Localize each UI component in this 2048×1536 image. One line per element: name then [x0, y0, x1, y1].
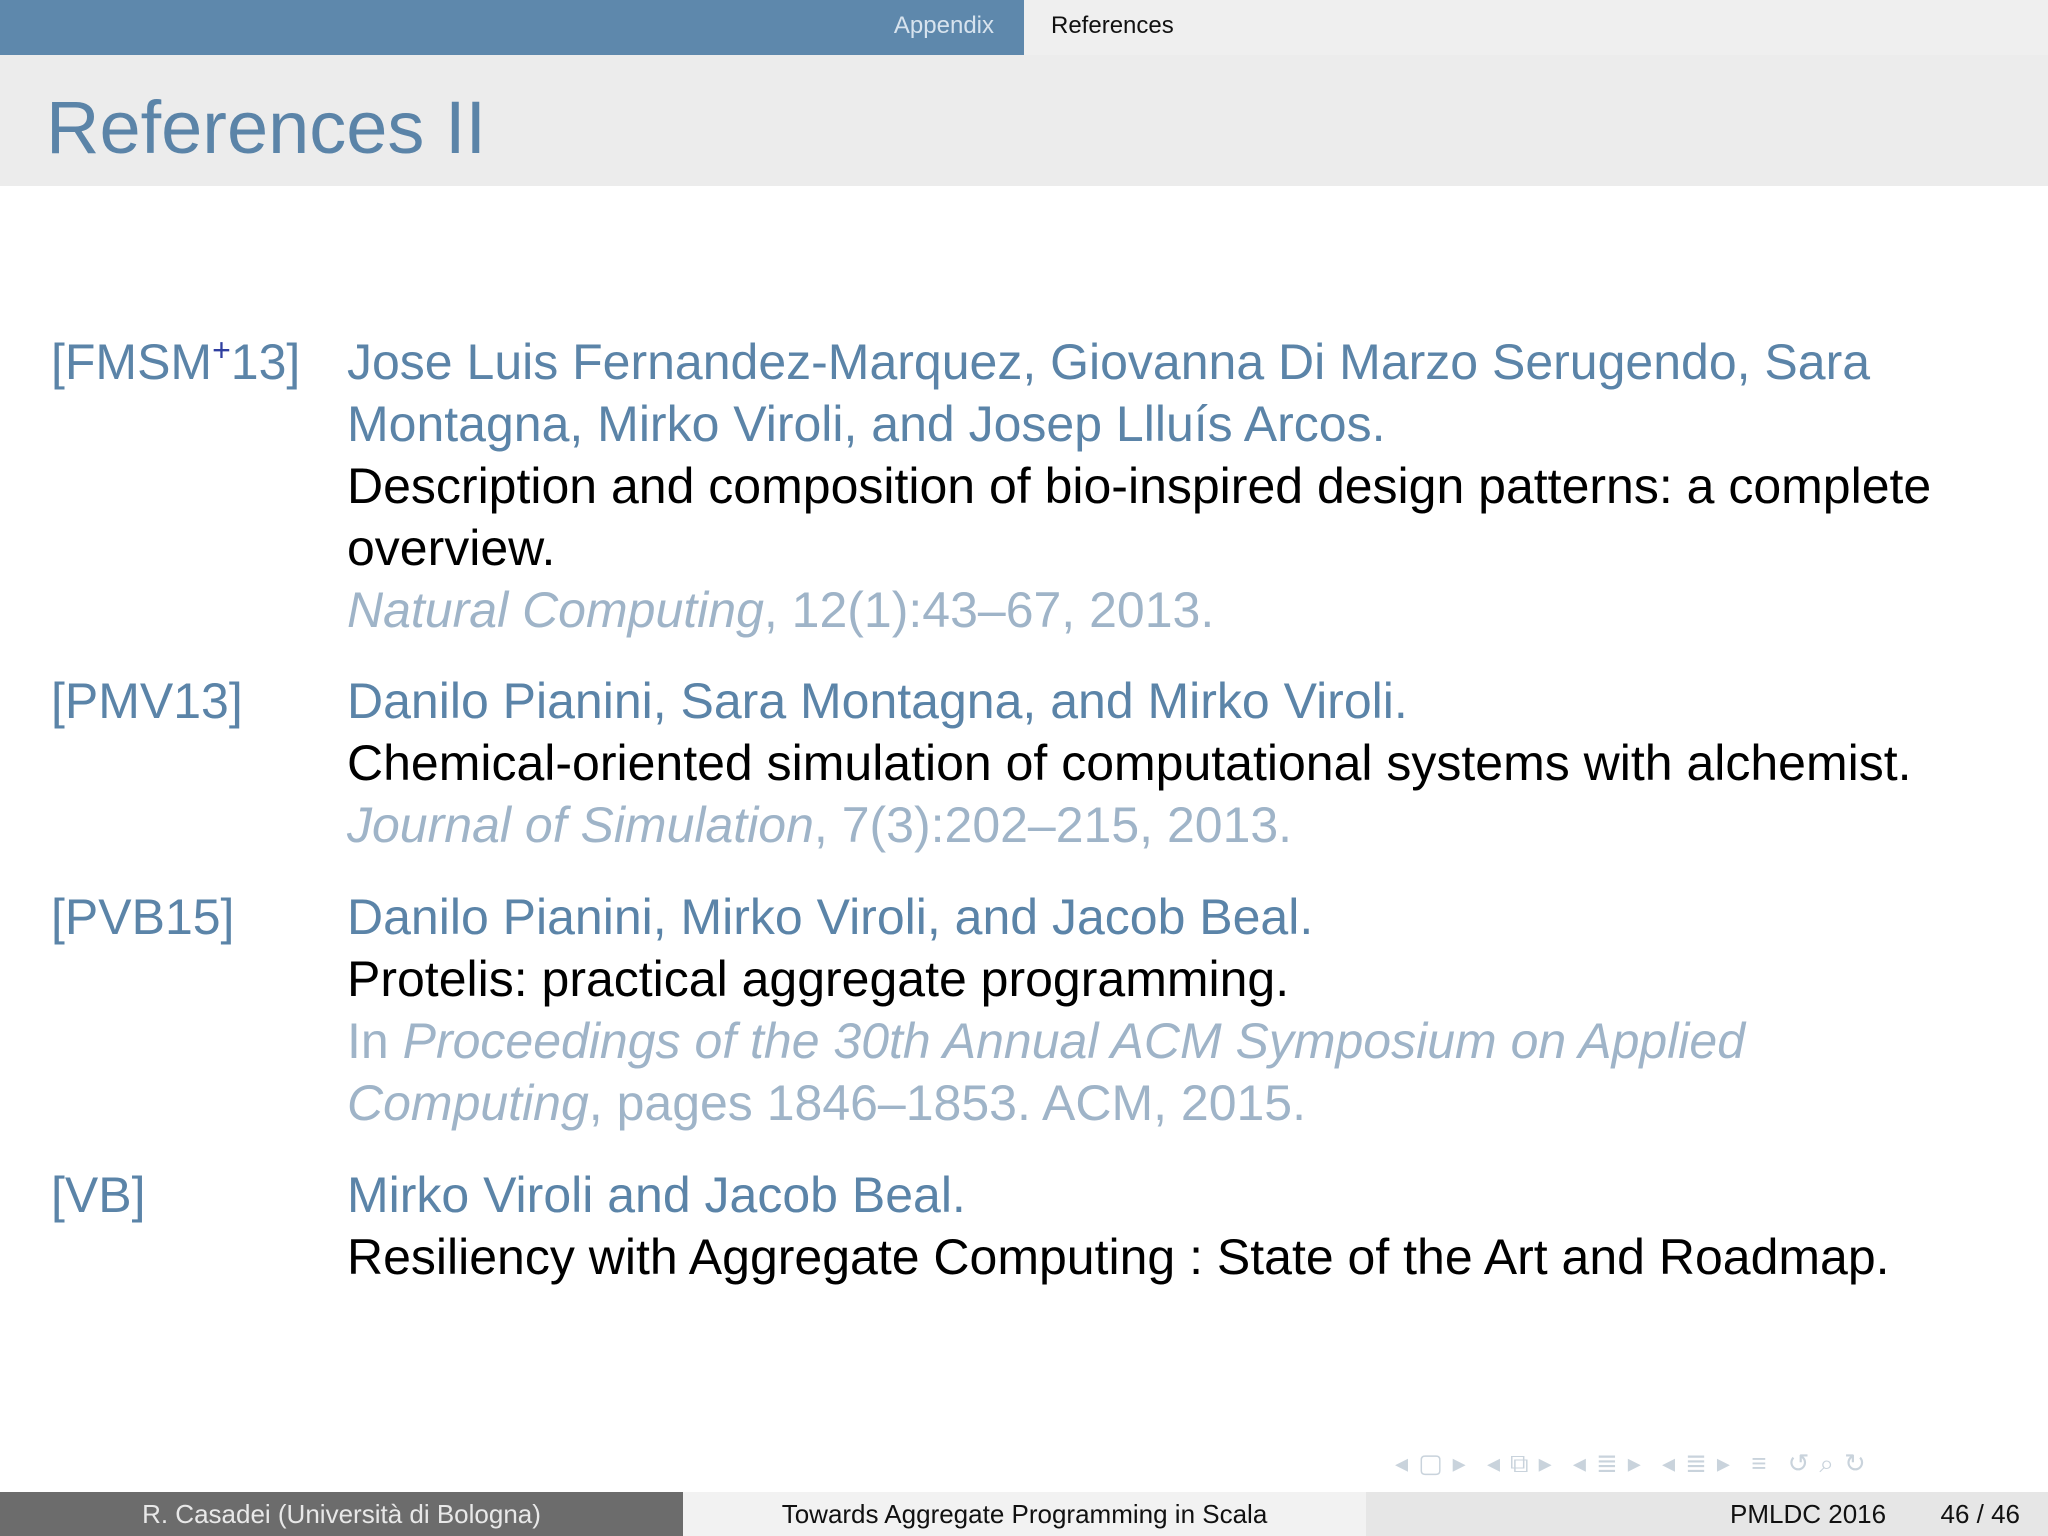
footer-talk-title: Towards Aggregate Programming in Scala — [683, 1492, 1366, 1536]
nav-doc-icon[interactable]: ≣ — [1685, 1448, 1711, 1478]
footer-bar: R. Casadei (Università di Bologna) Towar… — [0, 1492, 2048, 1536]
reference-title: Protelis: practical aggregate programmin… — [347, 951, 1290, 1007]
reference-label: [PMV13] — [51, 673, 243, 729]
nav-doc-next-icon[interactable]: ▸ — [1717, 1448, 1734, 1478]
page-title: References II — [46, 86, 487, 169]
reference-label-text: [FMSM — [51, 334, 213, 390]
reference-label: [PVB15] — [51, 889, 235, 945]
reference-label-superscript: + — [212, 332, 231, 368]
nav-doc-prev-icon[interactable]: ◂ — [1662, 1448, 1679, 1478]
reference-title: overview. — [347, 520, 556, 576]
reference-entry: Danilo Pianini, Mirko Viroli, and Jacob … — [347, 886, 2007, 1134]
frame-title-bar: References II — [0, 55, 2048, 186]
venue-name: Natural Computing — [347, 582, 764, 638]
nav-subsection-prev-icon[interactable]: ◂ — [1487, 1448, 1504, 1478]
reference-entry: Jose Luis Fernandez-Marquez, Giovanna Di… — [347, 331, 2007, 641]
reference-authors: Danilo Pianini, Sara Montagna, and Mirko… — [347, 673, 1408, 729]
reference-title: Chemical-oriented simulation of computat… — [347, 735, 1912, 791]
reference-authors: Danilo Pianini, Mirko Viroli, and Jacob … — [347, 889, 1314, 945]
venue-name: Computing — [347, 1075, 589, 1131]
nav-subsection-next-icon[interactable]: ▸ — [1539, 1448, 1556, 1478]
venue-prefix: In — [347, 1013, 403, 1069]
page-number: 46 / 46 — [1940, 1499, 2020, 1529]
nav-section-icon[interactable]: ≣ — [1596, 1448, 1622, 1478]
subsection-nav-area: References — [1024, 0, 2048, 55]
nav-section-prev-icon[interactable]: ◂ — [1573, 1448, 1590, 1478]
venue-details: , 7(3):202–215, 2013. — [813, 797, 1293, 853]
footer-conference: PMLDC 2016 — [1730, 1499, 1887, 1529]
nav-subsection-icon[interactable]: ⧉ — [1510, 1448, 1533, 1478]
reference-title: Description and composition of bio-inspi… — [347, 458, 1932, 514]
reference-entry: Mirko Viroli and Jacob Beal. Resiliency … — [347, 1164, 2007, 1288]
reference-venue: Computing, pages 1846–1853. ACM, 2015. — [347, 1072, 2007, 1134]
reference-label: [FMSM+13] — [51, 331, 300, 393]
reference-venue: Journal of Simulation, 7(3):202–215, 201… — [347, 794, 2007, 856]
nav-frame-icon[interactable]: ▢ — [1418, 1448, 1447, 1478]
footer-author: R. Casadei (Università di Bologna) — [0, 1492, 683, 1536]
top-navigation-bar: Appendix References — [0, 0, 2048, 55]
nav-toc-icon[interactable]: ≡ — [1751, 1448, 1770, 1478]
nav-search-icon[interactable]: ⌕ — [1819, 1448, 1838, 1478]
navigation-symbols: ◂ ▢ ▸ ◂ ⧉ ▸ ◂ ≣ ▸ ◂ ≣ ▸ ≡ ↺ ⌕ ↻ — [1395, 1448, 1876, 1480]
venue-details: , 12(1):43–67, 2013. — [763, 582, 1215, 638]
reference-authors: Jose Luis Fernandez-Marquez, Giovanna Di… — [347, 334, 1871, 390]
nav-section-next-icon[interactable]: ▸ — [1628, 1448, 1645, 1478]
venue-name: Journal of Simulation — [347, 797, 814, 853]
nav-subsection-references[interactable]: References — [1051, 12, 1174, 40]
reference-entry: Danilo Pianini, Sara Montagna, and Mirko… — [347, 670, 2007, 856]
reference-label-tail: 13] — [230, 334, 301, 390]
nav-frame-prev-icon[interactable]: ◂ — [1395, 1448, 1412, 1478]
nav-frame-next-icon[interactable]: ▸ — [1453, 1448, 1470, 1478]
reference-venue: Natural Computing, 12(1):43–67, 2013. — [347, 579, 2007, 641]
reference-venue: In Proceedings of the 30th Annual ACM Sy… — [347, 1010, 2007, 1072]
nav-section-appendix[interactable]: Appendix — [894, 12, 994, 40]
reference-authors: Montagna, Mirko Viroli, and Josep Llluís… — [347, 396, 1386, 452]
nav-forward-icon[interactable]: ↻ — [1844, 1448, 1870, 1478]
reference-label: [VB] — [51, 1167, 146, 1223]
venue-details: , pages 1846–1853. ACM, 2015. — [588, 1075, 1307, 1131]
venue-name: Proceedings of the 30th Annual ACM Sympo… — [402, 1013, 1746, 1069]
footer-info: PMLDC 2016 46 / 46 — [1366, 1492, 2048, 1536]
section-nav-area: Appendix — [0, 0, 1024, 55]
reference-title: Resiliency with Aggregate Computing : St… — [347, 1229, 1890, 1285]
reference-authors: Mirko Viroli and Jacob Beal. — [347, 1167, 966, 1223]
nav-back-icon[interactable]: ↺ — [1788, 1448, 1814, 1478]
